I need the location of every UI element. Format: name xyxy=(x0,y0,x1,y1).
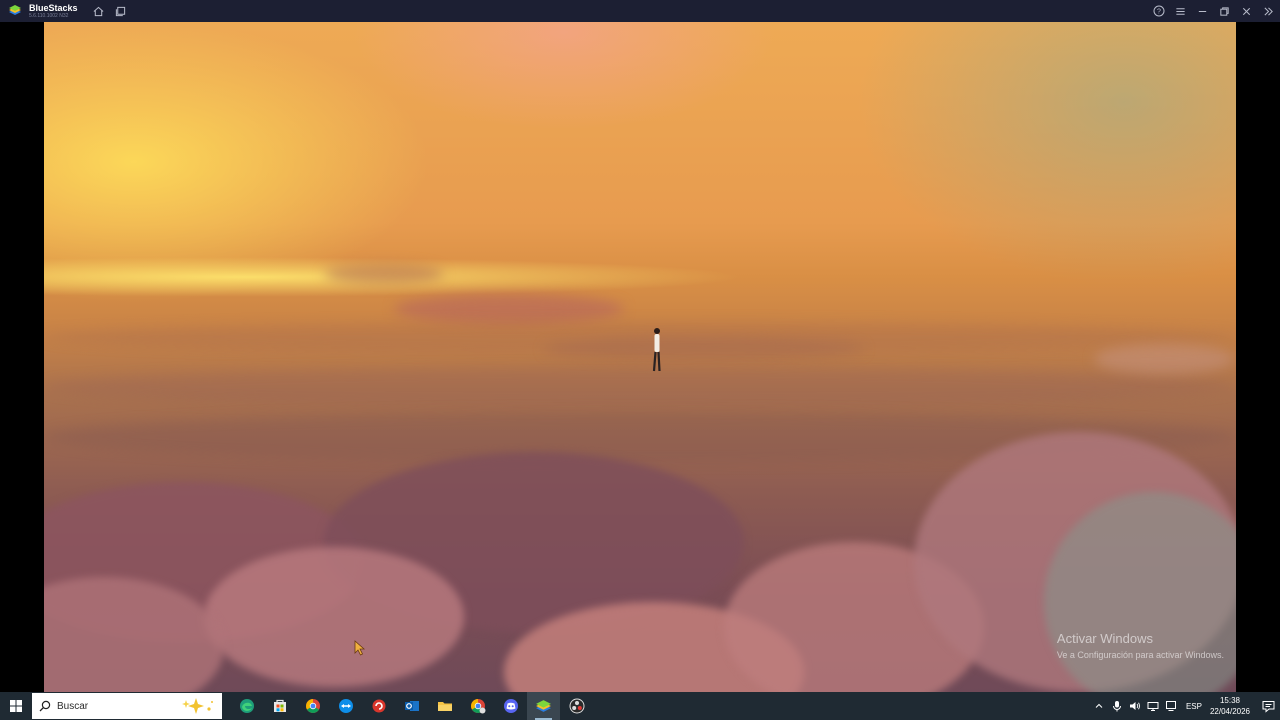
clock-time: 15:38 xyxy=(1219,696,1240,705)
file-explorer-icon[interactable] xyxy=(428,692,461,720)
home-icon[interactable] xyxy=(92,4,106,18)
left-gutter xyxy=(0,22,44,692)
title-bar: BlueStacks 5.6.110.1002 N32 ? xyxy=(0,0,1280,22)
obs-icon[interactable] xyxy=(560,692,593,720)
app-screen-sky-wallpaper[interactable]: Activar Windows Ve a Configuración para … xyxy=(44,22,1236,692)
teamviewer-icon[interactable] xyxy=(329,692,362,720)
watermark-title: Activar Windows xyxy=(1056,631,1153,646)
clock[interactable]: 15:38 22/04/2026 xyxy=(1210,695,1250,717)
svg-text:?: ? xyxy=(1157,9,1161,16)
microphone-icon[interactable] xyxy=(1109,698,1125,714)
search-icon xyxy=(39,700,51,712)
system-tray: ESP 15:38 22/04/2026 xyxy=(1090,692,1280,720)
sidebar-toggle-icon[interactable] xyxy=(1261,4,1276,18)
cloud-band xyxy=(44,322,1236,352)
help-icon[interactable]: ? xyxy=(1151,4,1166,18)
minimize-icon[interactable] xyxy=(1195,4,1210,18)
bluestacks-logo-icon xyxy=(9,5,21,15)
search-placeholder: Buscar xyxy=(57,700,89,712)
walking-figure xyxy=(652,328,661,372)
multi-instance-icon[interactable] xyxy=(114,4,128,18)
cloud-band xyxy=(324,264,444,284)
input-language[interactable]: ESP xyxy=(1186,702,1202,711)
clock-date: 22/04/2026 xyxy=(1209,707,1250,716)
close-icon[interactable] xyxy=(1239,4,1254,18)
mouse-cursor-icon xyxy=(354,640,366,656)
windows-logo-icon xyxy=(10,700,22,712)
more-tray-icon[interactable] xyxy=(1163,698,1179,714)
search-highlight-sparkle-icon[interactable] xyxy=(180,696,216,716)
bluestacks-icon[interactable] xyxy=(527,692,560,720)
app-name: BlueStacks xyxy=(29,2,78,13)
notification-center-icon[interactable] xyxy=(1256,692,1280,720)
cloud-band xyxy=(1094,344,1234,374)
chevron-up-icon[interactable] xyxy=(1091,698,1107,714)
windows-taskbar: Buscar ESP 15:38 22/04/2026 xyxy=(0,692,1280,720)
taskbar-apps xyxy=(230,692,593,720)
right-gutter xyxy=(1236,22,1280,692)
cloud-foreground xyxy=(204,547,464,687)
edge-icon[interactable] xyxy=(230,692,263,720)
chrome-alt-icon[interactable] xyxy=(461,692,494,720)
watermark-subtitle: Ve a Configuración para activar Windows. xyxy=(1056,650,1224,660)
activate-windows-watermark: Activar Windows Ve a Configuración para … xyxy=(1057,631,1224,660)
cloud-band xyxy=(44,367,1236,407)
outlook-icon[interactable] xyxy=(395,692,428,720)
microsoft-store-icon[interactable] xyxy=(263,692,296,720)
network-icon[interactable] xyxy=(1145,698,1161,714)
cloud-band xyxy=(394,294,624,324)
hamburger-menu-icon[interactable] xyxy=(1173,4,1188,18)
restore-icon[interactable] xyxy=(1217,4,1232,18)
start-button[interactable] xyxy=(0,692,32,720)
red-app-icon[interactable] xyxy=(362,692,395,720)
chrome-icon[interactable] xyxy=(296,692,329,720)
app-version: 5.6.110.1002 N32 xyxy=(29,12,69,19)
taskbar-search-box[interactable]: Buscar xyxy=(32,693,222,719)
volume-icon[interactable] xyxy=(1127,698,1143,714)
discord-icon[interactable] xyxy=(494,692,527,720)
